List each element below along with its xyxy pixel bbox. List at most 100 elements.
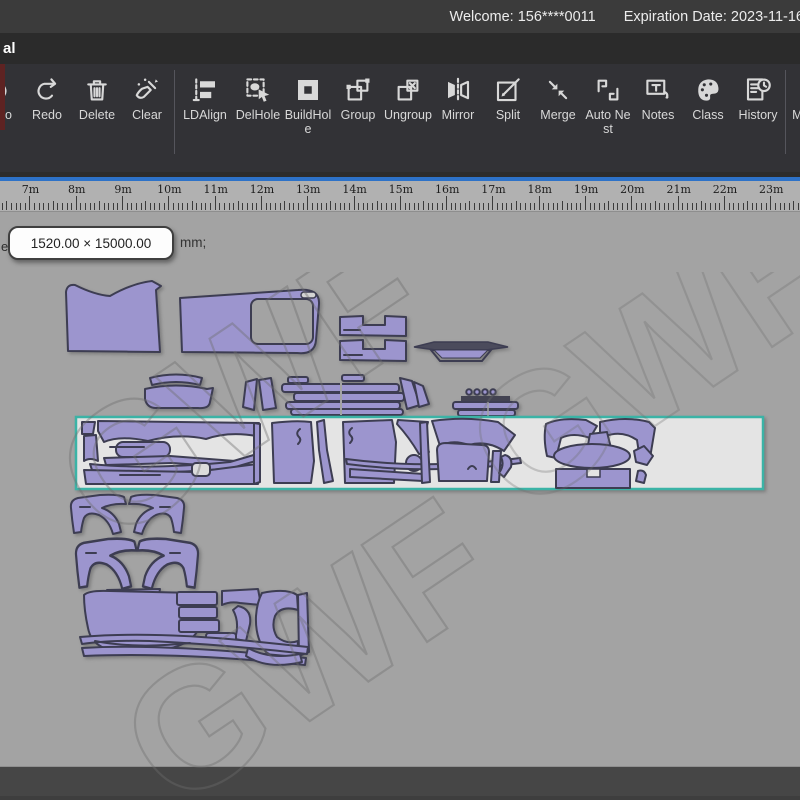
ruler-tick <box>25 203 26 210</box>
ruler-tick <box>733 203 734 210</box>
roof-pattern[interactable] <box>180 290 319 353</box>
toolbar-button-label: LDAlign <box>178 108 232 122</box>
ruler-tick <box>131 203 132 210</box>
ruler-tick <box>664 203 665 210</box>
ruler-tick <box>520 203 521 210</box>
hood-pattern[interactable] <box>66 281 161 352</box>
ruler-tick <box>210 203 211 210</box>
clear-button[interactable]: Clear <box>123 64 171 172</box>
delete-button[interactable]: Delete <box>73 64 121 172</box>
class-button[interactable]: Class <box>684 64 732 172</box>
notes-icon <box>643 75 673 105</box>
spoiler-piece[interactable] <box>414 342 508 361</box>
split-button[interactable]: Split <box>484 64 532 172</box>
ruler-tick <box>168 196 169 210</box>
ldalign-button[interactable]: LDAlign <box>178 64 232 172</box>
ungroup-icon <box>393 75 423 105</box>
nested-patterns-layer[interactable] <box>0 211 800 766</box>
ruler-tick <box>557 203 558 210</box>
ruler-tick <box>474 203 475 210</box>
bracket-pieces[interactable] <box>340 316 406 361</box>
fender-patterns[interactable] <box>71 495 198 589</box>
notes-button[interactable]: Notes <box>634 64 682 172</box>
ruler-tick <box>108 203 109 210</box>
merge-button[interactable]: Merge <box>534 64 582 172</box>
ruler-tick <box>414 203 415 210</box>
ruler-tick <box>284 201 285 210</box>
redo-button[interactable]: Redo <box>23 64 71 172</box>
ruler-tick <box>446 196 447 210</box>
ruler-tick <box>62 203 63 210</box>
measure-button[interactable]: Measure <box>789 64 800 172</box>
ruler-tick <box>173 203 174 210</box>
nest-cluster-b[interactable] <box>272 420 333 483</box>
redo-icon <box>32 75 62 105</box>
toolbar-button-label: Split <box>484 108 532 122</box>
buildhole-button[interactable]: BuildHole <box>284 64 332 172</box>
ruler-tick <box>224 203 225 210</box>
ruler-tick <box>76 196 77 210</box>
nest-strip[interactable] <box>76 417 763 489</box>
nest-cluster-e[interactable] <box>545 419 655 488</box>
ruler-tick <box>99 201 100 210</box>
ruler-tick <box>576 203 577 210</box>
expiration-value: 2023-11-16 <box>731 9 800 25</box>
delhole-button[interactable]: DelHole <box>234 64 282 172</box>
ungroup-button[interactable]: Ungroup <box>384 64 432 172</box>
ruler-tick <box>326 203 327 210</box>
ruler-tick <box>696 203 697 210</box>
ruler-tick <box>497 203 498 210</box>
autonest-button[interactable]: Auto Nest <box>584 64 632 172</box>
ruler-tick <box>594 203 595 210</box>
bumper-cluster[interactable] <box>80 589 309 665</box>
toolbar-button-label: Measure <box>789 108 800 137</box>
group-button[interactable]: Group <box>334 64 382 172</box>
ruler-label: 8m <box>68 183 85 196</box>
ruler-tick <box>381 203 382 210</box>
ruler-tick <box>164 203 165 210</box>
trim-pieces-middle[interactable] <box>243 375 429 415</box>
ruler-tick <box>432 203 433 210</box>
class-icon <box>693 75 723 105</box>
ruler-tick <box>358 203 359 210</box>
ruler-label: 11m <box>203 183 227 196</box>
trim-pieces-left[interactable] <box>145 375 213 409</box>
ruler-tick <box>483 203 484 210</box>
ruler-tick <box>386 203 387 210</box>
ruler-tick <box>242 203 243 210</box>
history-button[interactable]: History <box>734 64 782 172</box>
toolbar-button-label: Merge <box>534 108 582 122</box>
toolbar-button-label: DelHole <box>234 108 282 122</box>
ruler-tick <box>252 203 253 210</box>
ruler-tick <box>766 203 767 210</box>
trim-pieces-right[interactable] <box>453 389 518 416</box>
ruler-tick <box>743 203 744 210</box>
ruler-tick <box>539 196 540 210</box>
toolbar-button-label: Mirror <box>434 108 482 122</box>
ruler-tick <box>729 203 730 210</box>
ruler-tick <box>312 203 313 210</box>
welcome-text: Welcome: 156****0011 <box>450 9 596 25</box>
ruler-tick <box>307 196 308 210</box>
ruler-tick <box>238 201 239 210</box>
ruler-tick <box>182 203 183 210</box>
ruler-tick <box>678 196 679 210</box>
ruler-tick <box>488 203 489 210</box>
ruler-tick <box>154 203 155 210</box>
ruler-tick <box>335 203 336 210</box>
ruler-tick <box>16 203 17 210</box>
group-icon <box>343 75 373 105</box>
trash-icon <box>82 75 112 105</box>
ruler-tick <box>705 203 706 210</box>
window-title: al <box>3 40 16 57</box>
ruler-tick <box>738 203 739 210</box>
toolbar-button-label: BuildHole <box>284 108 332 137</box>
ruler-tick <box>377 201 378 210</box>
material-size-input[interactable]: 1520.00 × 15000.00 <box>8 226 174 260</box>
ruler-tick <box>604 203 605 210</box>
ruler-tick <box>622 203 623 210</box>
mirror-button[interactable]: Mirror <box>434 64 482 172</box>
design-canvas[interactable]: GWF GWF GWF <box>0 212 800 766</box>
ruler-tick <box>659 203 660 210</box>
ruler-tick <box>275 203 276 210</box>
